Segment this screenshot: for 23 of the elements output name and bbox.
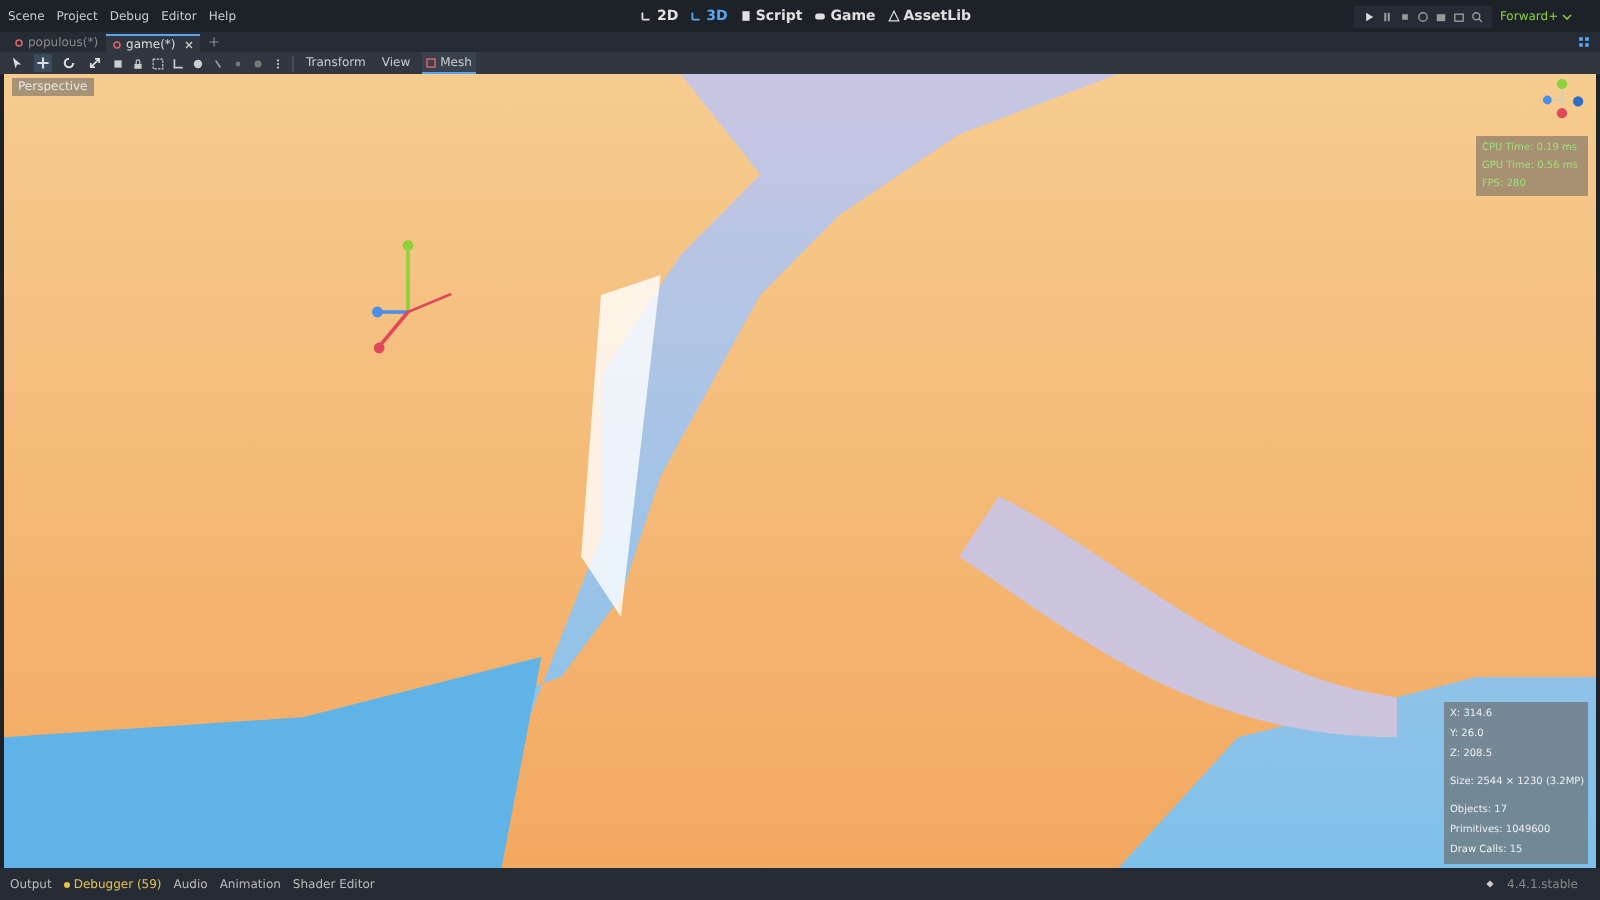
distraction-free-icon[interactable] xyxy=(1578,36,1590,48)
axes-icon xyxy=(690,10,703,22)
sphere-icon[interactable] xyxy=(192,57,204,69)
script-icon xyxy=(739,10,752,22)
gamepad-icon xyxy=(814,10,827,22)
select-tool-button[interactable] xyxy=(8,54,26,72)
ring-icon xyxy=(112,39,123,49)
axis-gizmo-icon[interactable] xyxy=(1540,78,1584,122)
move-tool-button[interactable] xyxy=(34,54,52,72)
scale-tool-button[interactable] xyxy=(86,54,104,72)
rotate-tool-button[interactable] xyxy=(60,54,78,72)
ring-icon xyxy=(14,38,24,48)
stop-icon[interactable] xyxy=(1397,9,1412,23)
play-icon[interactable] xyxy=(1361,9,1376,23)
group-icon[interactable] xyxy=(152,57,164,69)
triangle-icon xyxy=(887,10,900,22)
pause-icon[interactable] xyxy=(1379,9,1394,23)
lock-icon[interactable] xyxy=(132,57,144,69)
add-tab-icon[interactable] xyxy=(207,36,220,48)
axes-icon xyxy=(640,10,653,22)
caret-icon xyxy=(1562,13,1573,19)
close-icon[interactable] xyxy=(183,39,194,49)
mesh-icon xyxy=(426,57,437,67)
